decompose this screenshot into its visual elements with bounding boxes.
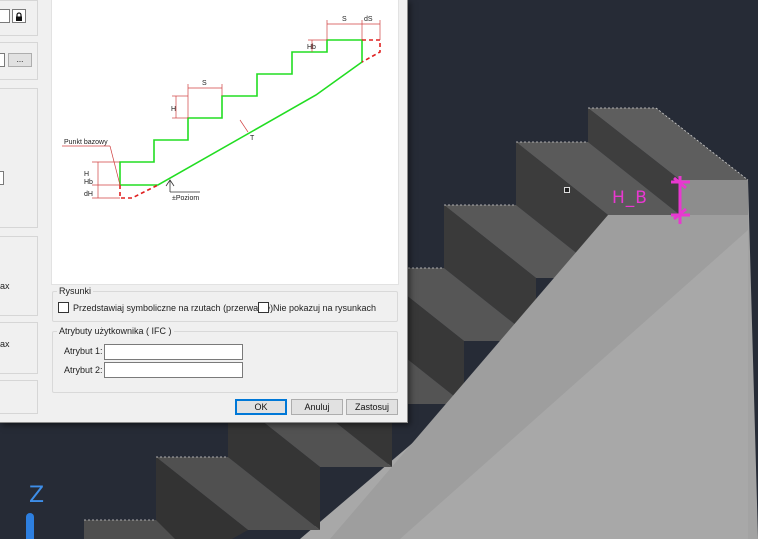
- attr2-label: Atrybut 2:: [64, 365, 103, 375]
- preview-label-hb-left: Hb: [84, 179, 93, 186]
- left-panel-group-3: [0, 88, 38, 228]
- preview-label-t: T: [250, 135, 255, 142]
- rysunki-title: Rysunki: [59, 286, 92, 296]
- left-panel-field[interactable]: [0, 171, 4, 185]
- preview-label-s-top: S: [342, 16, 347, 23]
- preview-label-h: H: [171, 106, 176, 113]
- attr1-label: Atrybut 1:: [64, 346, 103, 356]
- z-axis-label: Z: [29, 483, 45, 508]
- hide-checkbox[interactable]: Nie pokazuj na rysunkach: [258, 302, 376, 313]
- ok-button[interactable]: OK: [235, 399, 287, 415]
- left-panel-field[interactable]: [0, 53, 5, 67]
- atrybuty-title: Atrybuty użytkownika ( IFC ): [59, 326, 172, 336]
- preview-label-punkt: Punkt bazowy: [64, 139, 108, 146]
- stair-bottom-dashed: [119, 184, 159, 199]
- preview-label-h-left: H: [84, 171, 89, 178]
- browse-button[interactable]: ...: [8, 53, 32, 67]
- stair-preview: S dS S H Hb T Punkt bazowy H Hb dH ±Pozi…: [51, 0, 399, 285]
- left-panel-group-1: [0, 0, 38, 36]
- lock-icon: [16, 12, 22, 21]
- left-panel-group-6: [0, 380, 38, 414]
- dimension-label: H_B: [612, 188, 648, 208]
- checkbox-box[interactable]: [258, 302, 269, 313]
- left-panel-label: ax: [0, 339, 10, 349]
- hide-checkbox-label: Nie pokazuj na rysunkach: [273, 302, 377, 313]
- preview-label-hb-top: Hb: [307, 44, 316, 51]
- stair-top-dashed: [361, 39, 381, 63]
- preview-label-poziom: ±Poziom: [172, 195, 199, 202]
- left-panel-label: ax: [0, 281, 10, 291]
- apply-button[interactable]: Zastosuj: [346, 399, 398, 415]
- preview-label-dh: dH: [84, 191, 93, 198]
- cancel-button[interactable]: Anuluj: [291, 399, 343, 415]
- stair-properties-dialog: ... ax ax S dS S H Hb T Punkt bazowy H H…: [0, 0, 408, 423]
- checkbox-box[interactable]: [58, 302, 69, 313]
- symbolic-checkbox[interactable]: Przedstawiaj symboliczne na rzutach (prz…: [58, 302, 273, 313]
- stair-diagram: S dS S H Hb T Punkt bazowy H Hb dH ±Pozi…: [62, 16, 381, 202]
- lock-button[interactable]: [12, 9, 26, 23]
- left-panel-field[interactable]: [0, 9, 10, 23]
- grip-point[interactable]: [564, 187, 570, 193]
- left-panel-group-5: ax: [0, 322, 38, 374]
- preview-label-s-mid: S: [202, 80, 207, 87]
- symbolic-checkbox-label: Przedstawiaj symboliczne na rzutach (prz…: [73, 302, 274, 313]
- attr1-input[interactable]: [104, 344, 243, 360]
- stair-profile-line: [119, 39, 363, 186]
- z-axis-icon: [26, 513, 34, 539]
- preview-label-ds: dS: [364, 16, 373, 23]
- left-panel-group-2: ...: [0, 42, 38, 80]
- attr2-input[interactable]: [104, 362, 243, 378]
- left-panel-group-4: ax: [0, 236, 38, 316]
